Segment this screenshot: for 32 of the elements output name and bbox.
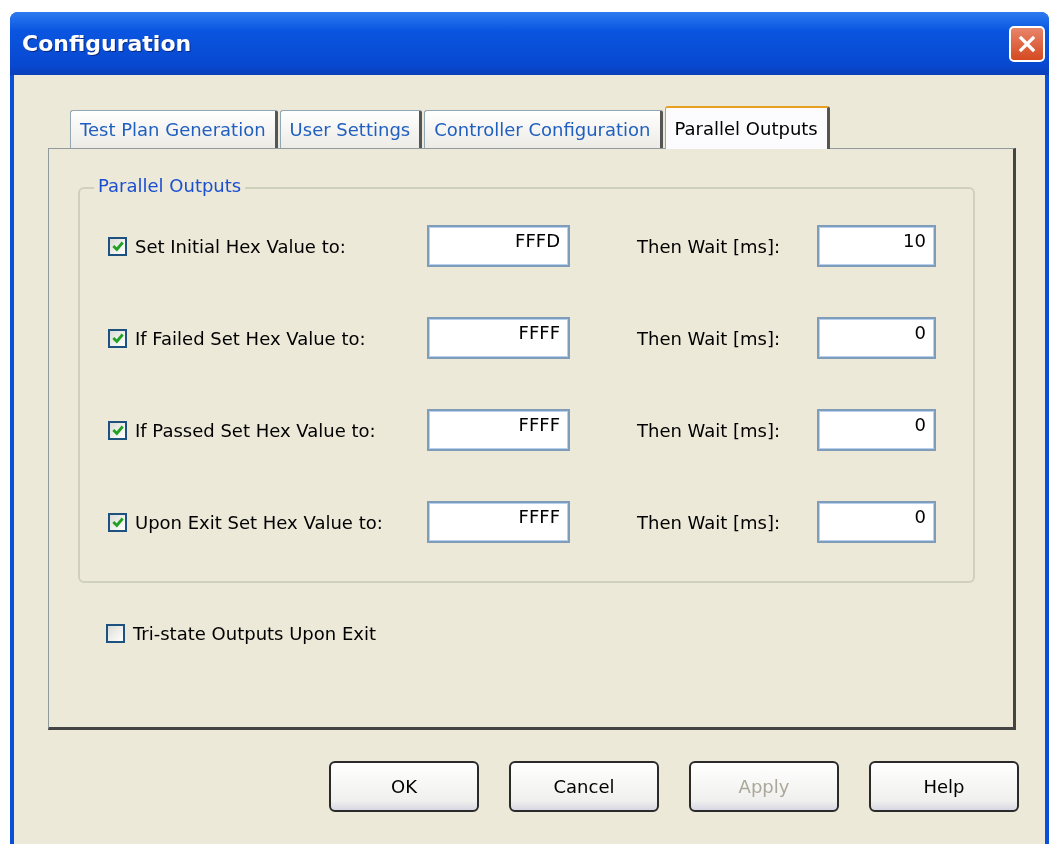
dialog-button[interactable]: Help bbox=[869, 761, 1019, 812]
wait-label: Then Wait [ms]: bbox=[637, 235, 782, 257]
check-icon bbox=[110, 515, 125, 529]
checkbox[interactable]: Set Initial Hex Value to: bbox=[108, 235, 427, 257]
checkbox[interactable]: If Passed Set Hex Value to: bbox=[108, 419, 427, 441]
dialog-button[interactable]: OK bbox=[329, 761, 479, 812]
hex-value-field[interactable]: FFFF bbox=[427, 317, 570, 359]
check-icon bbox=[110, 239, 125, 253]
wait-label: Then Wait [ms]: bbox=[637, 327, 782, 349]
close-button[interactable] bbox=[1009, 25, 1045, 62]
close-icon bbox=[1017, 33, 1037, 54]
hex-value-field[interactable]: FFFD bbox=[427, 225, 570, 267]
dialog-button[interactable]: Cancel bbox=[509, 761, 659, 812]
hex-value-field[interactable]: FFFF bbox=[427, 409, 570, 451]
tab[interactable]: Test Plan Generation bbox=[70, 110, 278, 148]
wait-label: Then Wait [ms]: bbox=[637, 511, 782, 533]
check-icon bbox=[110, 331, 125, 345]
wait-label: Then Wait [ms]: bbox=[637, 419, 782, 441]
tab[interactable]: User Settings bbox=[279, 110, 423, 148]
wait-field[interactable]: 10 bbox=[817, 225, 936, 267]
hex-value-field[interactable]: FFFF bbox=[427, 501, 570, 543]
tab[interactable]: Controller Configuration bbox=[424, 110, 663, 148]
checkbox[interactable]: If Failed Set Hex Value to: bbox=[108, 327, 427, 349]
wait-field[interactable]: 0 bbox=[817, 317, 936, 359]
check-icon bbox=[110, 423, 125, 437]
checkbox[interactable]: Tri-state Outputs Upon Exit bbox=[106, 623, 425, 644]
window-title: Configuration bbox=[22, 31, 192, 56]
group-title: Parallel Outputs bbox=[94, 175, 246, 196]
checkbox[interactable]: Upon Exit Set Hex Value to: bbox=[108, 511, 427, 533]
wait-field[interactable]: 0 bbox=[817, 501, 936, 543]
wait-field[interactable]: 0 bbox=[817, 409, 936, 451]
tab[interactable]: Parallel Outputs bbox=[664, 106, 830, 149]
